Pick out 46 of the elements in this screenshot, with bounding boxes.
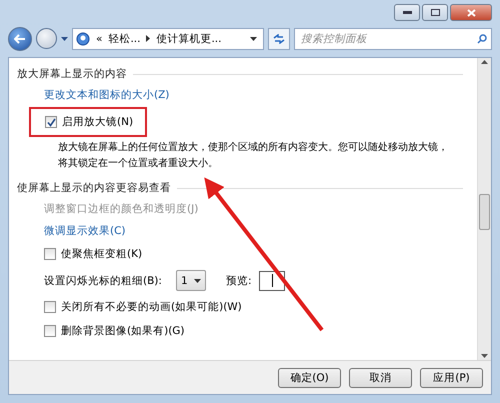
- search-icon: [477, 34, 487, 44]
- breadcrumb-item[interactable]: 轻松...: [108, 32, 140, 46]
- section-heading: 使屏幕上显示的内容更容易查看: [17, 181, 171, 195]
- checkbox-label: 使聚焦框变粗(K): [61, 247, 142, 261]
- checkmark-icon: [46, 118, 56, 126]
- dialog-button[interactable]: 应用(P): [420, 368, 483, 388]
- checkbox[interactable]: [44, 248, 56, 260]
- breadcrumb-overflow[interactable]: «: [96, 32, 102, 44]
- dropdown-caret-icon[interactable]: [250, 36, 257, 40]
- separator-icon: [146, 35, 150, 42]
- caret-icon: [194, 278, 201, 282]
- thickness-dropdown[interactable]: 1: [176, 270, 206, 291]
- scrollbar[interactable]: [477, 58, 491, 360]
- scroll-thumb[interactable]: [479, 194, 490, 230]
- checkbox[interactable]: [44, 301, 56, 313]
- minimize-button[interactable]: [394, 4, 420, 21]
- maximize-icon: [430, 9, 440, 16]
- search-input[interactable]: 搜索控制面板: [299, 32, 477, 46]
- maximize-button[interactable]: [422, 4, 448, 21]
- description-text: 放大镜在屏幕上的任何位置放大，使那个区域的所有内容变大。您可以随处移动放大镜，将其锁定在一个位置或者重设大小。: [58, 140, 449, 171]
- close-icon: [466, 8, 476, 16]
- history-caret-icon[interactable]: [61, 36, 68, 40]
- link[interactable]: 微调显示效果(C): [44, 224, 126, 238]
- close-button[interactable]: [450, 4, 492, 21]
- checkbox-label: 启用放大镜(N): [62, 115, 134, 129]
- checkbox[interactable]: [44, 325, 56, 337]
- link[interactable]: 更改文本和图标的大小(Z): [44, 88, 170, 102]
- address-bar[interactable]: « 轻松... 使计算机更...: [72, 28, 264, 50]
- back-button[interactable]: [8, 26, 32, 50]
- back-arrow-icon: [14, 34, 26, 44]
- search-field[interactable]: 搜索控制面板: [294, 28, 492, 50]
- scroll-down-icon[interactable]: [481, 354, 488, 358]
- preview-label: 预览:: [226, 274, 252, 288]
- section-heading: 放大屏幕上显示的内容: [17, 67, 127, 81]
- checkbox-label: 删除背景图像(如果有)(G): [61, 324, 185, 338]
- breadcrumb-item[interactable]: 使计算机更...: [156, 32, 222, 46]
- field-label: 设置闪烁光标的粗细(B):: [44, 274, 162, 288]
- minimize-icon: [402, 11, 412, 14]
- refresh-button[interactable]: [268, 28, 290, 50]
- checkbox[interactable]: [45, 116, 57, 128]
- refresh-icon: [273, 34, 285, 44]
- checkbox-label: 关闭所有不必要的动画(如果可能)(W): [61, 300, 242, 314]
- scroll-up-icon[interactable]: [481, 60, 488, 64]
- forward-button[interactable]: [36, 28, 57, 49]
- dialog-button[interactable]: 取消: [349, 368, 412, 388]
- dialog-button[interactable]: 确定(O): [278, 368, 341, 388]
